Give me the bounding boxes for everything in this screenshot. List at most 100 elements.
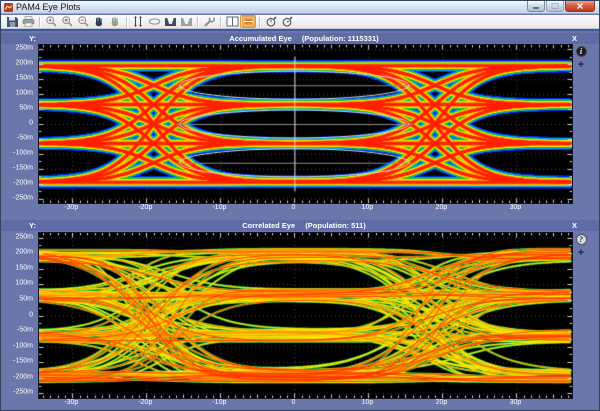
vertical-markers-icon	[132, 15, 145, 28]
axis-tick-label: 0	[29, 120, 33, 127]
bathtub-icon	[180, 15, 193, 28]
help-button[interactable]: ?	[576, 234, 587, 245]
axis-tick-label: -150m	[13, 164, 33, 171]
axis-tick-label: -20p	[138, 399, 152, 406]
title-bar[interactable]: PAM4 Eye Plots	[1, 1, 599, 14]
axis-tick-label: -10p	[212, 399, 226, 406]
plus-icon: +	[578, 59, 584, 71]
pam4-eye-plots-window: PAM4 Eye Plots	[0, 0, 600, 411]
pan-alt-button[interactable]	[107, 15, 123, 28]
panel-title: Accumulated Eye (Population: 1115331)	[36, 34, 572, 43]
add-button[interactable]: +	[576, 60, 587, 71]
clock-recovery-1-button[interactable]	[263, 15, 279, 28]
x-axis-labels: -30p-20p-10p010p20p30p	[38, 203, 571, 214]
axis-tick-label: 10p	[362, 399, 374, 406]
info-icon: i	[580, 47, 582, 56]
plot-client-area: Y: Accumulated Eye (Population: 1115331)…	[1, 29, 600, 411]
layout-columns-button[interactable]	[224, 15, 240, 28]
axis-tick-label: 200m	[15, 60, 33, 67]
info-button[interactable]: i	[576, 46, 587, 57]
toolbar-separator	[259, 17, 260, 27]
zoom-x-icon	[61, 15, 74, 28]
toolbar-separator	[220, 17, 221, 27]
y-axis-labels: 250m200m150m100m50m0-50m-100m-150m-200m-…	[1, 44, 36, 202]
axis-tick-label: 250m	[15, 233, 33, 240]
histogram-icon	[164, 15, 177, 28]
accumulated-eye-side-buttons: i +	[574, 46, 588, 71]
panel-title: Correlated Eye (Population: 511)	[36, 221, 572, 230]
pan-button[interactable]	[91, 15, 107, 28]
save-icon	[6, 15, 19, 28]
clock-arrow-icon	[265, 15, 278, 28]
correlated-eye-plot[interactable]	[38, 232, 573, 399]
axis-tick-label: -30p	[64, 399, 78, 406]
pan-hand-icon	[93, 15, 106, 28]
accumulated-eye-population: (Population: 1115331)	[302, 34, 379, 43]
zoom-in-icon	[45, 15, 58, 28]
axis-tick-label: 200m	[15, 249, 33, 256]
toolbar-separator	[126, 17, 127, 27]
eye-mask-icon	[148, 15, 161, 28]
x-axis-labels: -30p-20p-10p010p20p30p	[38, 398, 571, 409]
clock-arrow-alt-icon	[281, 15, 294, 28]
layout-rows-button[interactable]	[240, 15, 256, 28]
x-axis-header-label: X	[572, 34, 577, 43]
axis-tick-label: -100m	[13, 149, 33, 156]
minimize-button[interactable]	[527, 1, 545, 12]
axis-tick-label: -200m	[13, 373, 33, 380]
axis-tick-label: 30p	[510, 399, 522, 406]
add-button[interactable]: +	[576, 248, 587, 259]
settings-button[interactable]	[201, 15, 217, 28]
axis-tick-label: 10p	[362, 204, 374, 211]
axis-tick-label: 100m	[15, 280, 33, 287]
toolbar	[1, 15, 599, 29]
correlated-eye-title: Correlated Eye	[242, 221, 295, 230]
correlated-eye-population: (Population: 511)	[305, 221, 365, 230]
layout-columns-icon	[226, 15, 239, 28]
print-icon	[22, 15, 35, 28]
maximize-button[interactable]	[546, 1, 564, 12]
close-button[interactable]	[565, 1, 595, 12]
accumulated-eye-title: Accumulated Eye	[229, 34, 292, 43]
accumulated-eye-header: Y: Accumulated Eye (Population: 1115331)…	[1, 33, 600, 44]
axis-tick-label: 150m	[15, 264, 33, 271]
save-button[interactable]	[4, 15, 20, 28]
axis-tick-label: 250m	[15, 45, 33, 52]
axis-tick-label: -250m	[13, 389, 33, 396]
app-icon	[4, 3, 13, 12]
axis-tick-label: 0	[29, 311, 33, 318]
axis-tick-label: 150m	[15, 75, 33, 82]
axis-tick-label: -20p	[138, 204, 152, 211]
axis-tick-label: 100m	[15, 90, 33, 97]
maximize-icon	[550, 2, 560, 10]
accumulated-eye-plot[interactable]	[38, 44, 573, 204]
correlated-eye-side-buttons: ? +	[574, 234, 588, 259]
axis-tick-label: 0	[291, 204, 295, 211]
pan-alt-hand-icon	[109, 15, 122, 28]
y-axis-header-label: Y:	[29, 34, 36, 43]
zoom-out-button[interactable]	[75, 15, 91, 28]
clock-recovery-2-button[interactable]	[279, 15, 295, 28]
axis-tick-label: 30p	[510, 204, 522, 211]
help-icon: ?	[579, 235, 583, 244]
y-axis-labels: 250m200m150m100m50m0-50m-100m-150m-200m-…	[1, 232, 36, 397]
zoom-in-button[interactable]	[43, 15, 59, 28]
axis-tick-label: -200m	[13, 179, 33, 186]
histogram-button[interactable]	[162, 15, 178, 28]
print-button[interactable]	[20, 15, 36, 28]
axis-tick-label: 20p	[436, 399, 448, 406]
axis-tick-label: -30p	[64, 204, 78, 211]
eye-mask-button[interactable]	[146, 15, 162, 28]
zoom-x-button[interactable]	[59, 15, 75, 28]
x-axis-header-label: X	[572, 221, 577, 230]
toolbar-separator	[39, 17, 40, 27]
vertical-markers-button[interactable]	[130, 15, 146, 28]
bathtub-button[interactable]	[178, 15, 194, 28]
axis-tick-label: -50m	[17, 134, 33, 141]
wrench-icon	[203, 15, 216, 28]
y-axis-header-label: Y:	[29, 221, 36, 230]
axis-tick-label: 50m	[19, 105, 33, 112]
axis-tick-label: -150m	[13, 358, 33, 365]
correlated-eye-header: Y: Correlated Eye (Population: 511) X	[1, 220, 600, 231]
zoom-out-icon	[77, 15, 90, 28]
